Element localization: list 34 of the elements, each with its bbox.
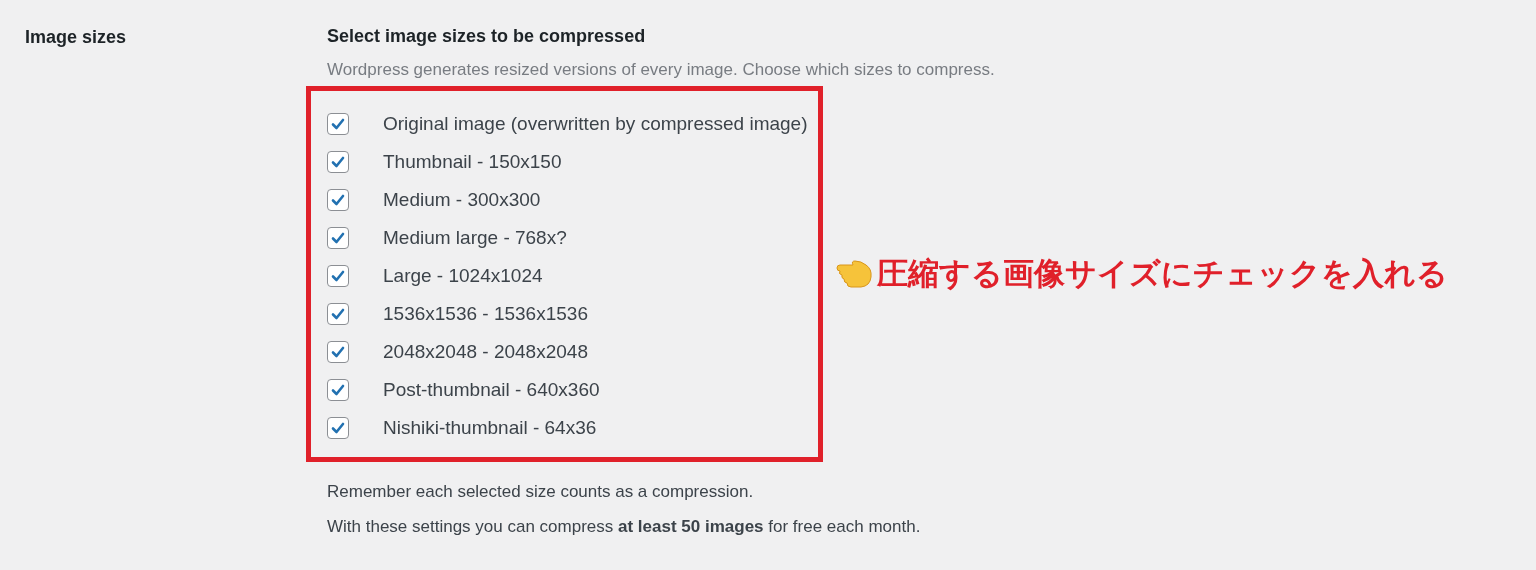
checkbox[interactable]: [327, 113, 349, 135]
section-heading: Select image sizes to be compressed: [327, 25, 647, 48]
checkmark-icon: [330, 230, 346, 246]
checkmark-icon: [330, 154, 346, 170]
checkmark-icon: [330, 420, 346, 436]
checkbox-label: Medium - 300x300: [383, 187, 541, 212]
pointing-hand-icon: [835, 259, 873, 289]
checkbox-label: 2048x2048 - 2048x2048: [383, 339, 588, 364]
checkbox[interactable]: [327, 265, 349, 287]
setting-label: Image sizes: [25, 27, 127, 47]
checkmark-icon: [330, 268, 346, 284]
checkbox-label: Post-thumbnail - 640x360: [383, 377, 600, 402]
checkbox[interactable]: [327, 417, 349, 439]
help-text: With these settings you can compress at least 50 images for free each month.: [327, 516, 922, 538]
help-text: Remember each selected size counts as a compression.: [327, 481, 755, 503]
annotation-text: 圧縮する画像サイズにチェックを入れる: [877, 254, 1448, 293]
checkmark-icon: [330, 344, 346, 360]
checkbox[interactable]: [327, 303, 349, 325]
checkbox[interactable]: [327, 189, 349, 211]
checkbox-label: Nishiki-thumbnail - 64x36: [383, 415, 597, 440]
checkbox-label: Large - 1024x1024: [383, 263, 543, 288]
description-text: Wordpress generates resized versions of every image. Choose which sizes to compress.: [327, 59, 996, 81]
checkbox-label: Original image (overwritten by compressed image): [383, 111, 808, 136]
checkbox[interactable]: [327, 227, 349, 249]
checkbox[interactable]: [327, 151, 349, 173]
checkmark-icon: [330, 306, 346, 322]
checkmark-icon: [330, 116, 346, 132]
checkbox-label: Medium large - 768x?: [383, 225, 567, 250]
checkmark-icon: [330, 382, 346, 398]
checkbox-label: Thumbnail - 150x150: [383, 149, 562, 174]
checkbox-label: 1536x1536 - 1536x1536: [383, 301, 588, 326]
checkmark-icon: [330, 192, 346, 208]
checkbox[interactable]: [327, 341, 349, 363]
checkbox[interactable]: [327, 379, 349, 401]
